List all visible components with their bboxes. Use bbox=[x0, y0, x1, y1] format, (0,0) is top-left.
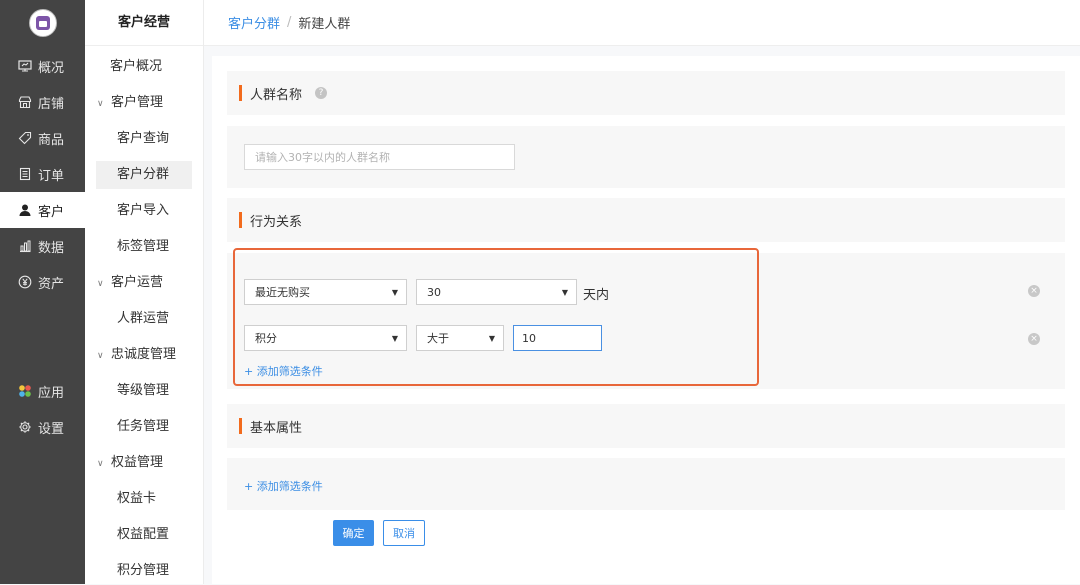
secondary-sidebar: 客户经营 客户概况 ∨ 客户管理 客户查询 客户分群 客户导入 标签管理 ∨ 客户运… bbox=[85, 0, 204, 584]
nav-item-goods[interactable]: 商品 bbox=[0, 120, 85, 156]
breadcrumb-current: 新建人群 bbox=[298, 17, 351, 32]
menu-group-loyalty[interactable]: ∨ 忠诚度管理 bbox=[97, 341, 176, 369]
nav-item-store[interactable]: 店铺 bbox=[0, 84, 85, 120]
chevron-down-icon: ∨ bbox=[97, 279, 104, 289]
nav-label: 资产 bbox=[38, 276, 65, 292]
cancel-button[interactable]: 取消 bbox=[383, 520, 425, 546]
chevron-down-icon: ∨ bbox=[97, 351, 104, 361]
menu-item-points-management[interactable]: 积分管理 bbox=[117, 557, 169, 585]
name-section-title: 人群名称 bbox=[250, 87, 303, 103]
crowd-name-input[interactable] bbox=[244, 144, 515, 170]
menu-item-benefit-card[interactable]: 权益卡 bbox=[117, 485, 156, 513]
chevron-down-icon: ∨ bbox=[97, 99, 104, 109]
menu-item-customer-segment[interactable]: 客户分群 bbox=[96, 161, 192, 189]
nav-label: 商品 bbox=[38, 132, 65, 148]
secondary-sidebar-title: 客户经营 bbox=[85, 0, 203, 46]
menu-item-level-management[interactable]: 等级管理 bbox=[117, 377, 169, 405]
gear-icon bbox=[18, 420, 32, 434]
menu-group-customer-operation[interactable]: ∨ 客户运营 bbox=[97, 269, 163, 297]
section-accent-bar bbox=[239, 418, 242, 434]
attribute-section-body: + 添加筛选条件 bbox=[227, 458, 1065, 510]
menu-group-label: 客户运营 bbox=[111, 275, 164, 290]
attribute-section-title: 基本属性 bbox=[250, 420, 303, 436]
overview-icon bbox=[18, 59, 32, 73]
menu-group-label: 客户管理 bbox=[111, 95, 164, 110]
menu-group-customer-management[interactable]: ∨ 客户管理 bbox=[97, 89, 163, 117]
name-section-header: 人群名称 ? bbox=[227, 71, 1065, 115]
menu-item-customer-query[interactable]: 客户查询 bbox=[117, 125, 169, 153]
apps-icon bbox=[18, 384, 32, 398]
menu-group-label: 权益管理 bbox=[111, 455, 164, 470]
menu-item-task-management[interactable]: 任务管理 bbox=[117, 413, 169, 441]
primary-sidebar: 概况 店铺 商品 订单 客户 数据 资产 应用 设置 bbox=[0, 0, 85, 584]
attribute-section-header: 基本属性 bbox=[227, 404, 1065, 448]
nav-item-overview[interactable]: 概况 bbox=[0, 48, 85, 84]
name-section-body bbox=[227, 126, 1065, 188]
behavior-section-header: 行为关系 bbox=[227, 198, 1065, 242]
nav-label: 店铺 bbox=[38, 96, 65, 112]
menu-group-label: 忠诚度管理 bbox=[111, 347, 177, 362]
highlight-annotation bbox=[233, 248, 759, 386]
tag-icon bbox=[18, 131, 32, 145]
store-icon bbox=[18, 95, 32, 109]
menu-item-benefit-config[interactable]: 权益配置 bbox=[117, 521, 169, 549]
shop-logo[interactable] bbox=[29, 9, 57, 37]
order-icon bbox=[18, 167, 32, 181]
menu-item-tag-management[interactable]: 标签管理 bbox=[117, 233, 169, 261]
nav-label: 数据 bbox=[38, 240, 65, 256]
nav-item-orders[interactable]: 订单 bbox=[0, 156, 85, 192]
nav-item-apps[interactable]: 应用 bbox=[0, 373, 85, 409]
chart-icon bbox=[18, 239, 32, 253]
nav-item-data[interactable]: 数据 bbox=[0, 228, 85, 264]
chevron-down-icon: ∨ bbox=[97, 459, 104, 469]
nav-label: 应用 bbox=[38, 385, 65, 401]
yen-icon bbox=[18, 275, 32, 289]
menu-item-crowd-operation[interactable]: 人群运营 bbox=[117, 305, 169, 333]
add-attribute-filter-link[interactable]: + 添加筛选条件 bbox=[244, 478, 323, 494]
breadcrumb: 客户分群 / 新建人群 bbox=[204, 0, 1080, 46]
confirm-button[interactable]: 确定 bbox=[333, 520, 374, 546]
section-accent-bar bbox=[239, 85, 242, 101]
menu-item-customer-import[interactable]: 客户导入 bbox=[117, 197, 169, 225]
breadcrumb-separator: / bbox=[287, 15, 292, 30]
nav-label: 概况 bbox=[38, 60, 65, 76]
nav-label: 设置 bbox=[38, 421, 65, 437]
menu-group-benefits[interactable]: ∨ 权益管理 bbox=[97, 449, 163, 477]
breadcrumb-link-segments[interactable]: 客户分群 bbox=[228, 13, 280, 32]
user-icon bbox=[18, 203, 32, 217]
remove-condition-icon[interactable]: × bbox=[1028, 285, 1040, 297]
remove-condition-icon[interactable]: × bbox=[1028, 333, 1040, 345]
section-accent-bar bbox=[239, 212, 242, 228]
nav-label: 订单 bbox=[38, 168, 65, 184]
question-icon[interactable]: ? bbox=[315, 87, 328, 99]
nav-item-customers[interactable]: 客户 bbox=[0, 192, 85, 228]
nav-item-settings[interactable]: 设置 bbox=[0, 409, 85, 445]
nav-label: 客户 bbox=[38, 204, 65, 220]
behavior-section-title: 行为关系 bbox=[250, 214, 303, 230]
menu-item-customer-overview[interactable]: 客户概况 bbox=[110, 53, 162, 81]
nav-item-assets[interactable]: 资产 bbox=[0, 264, 85, 300]
